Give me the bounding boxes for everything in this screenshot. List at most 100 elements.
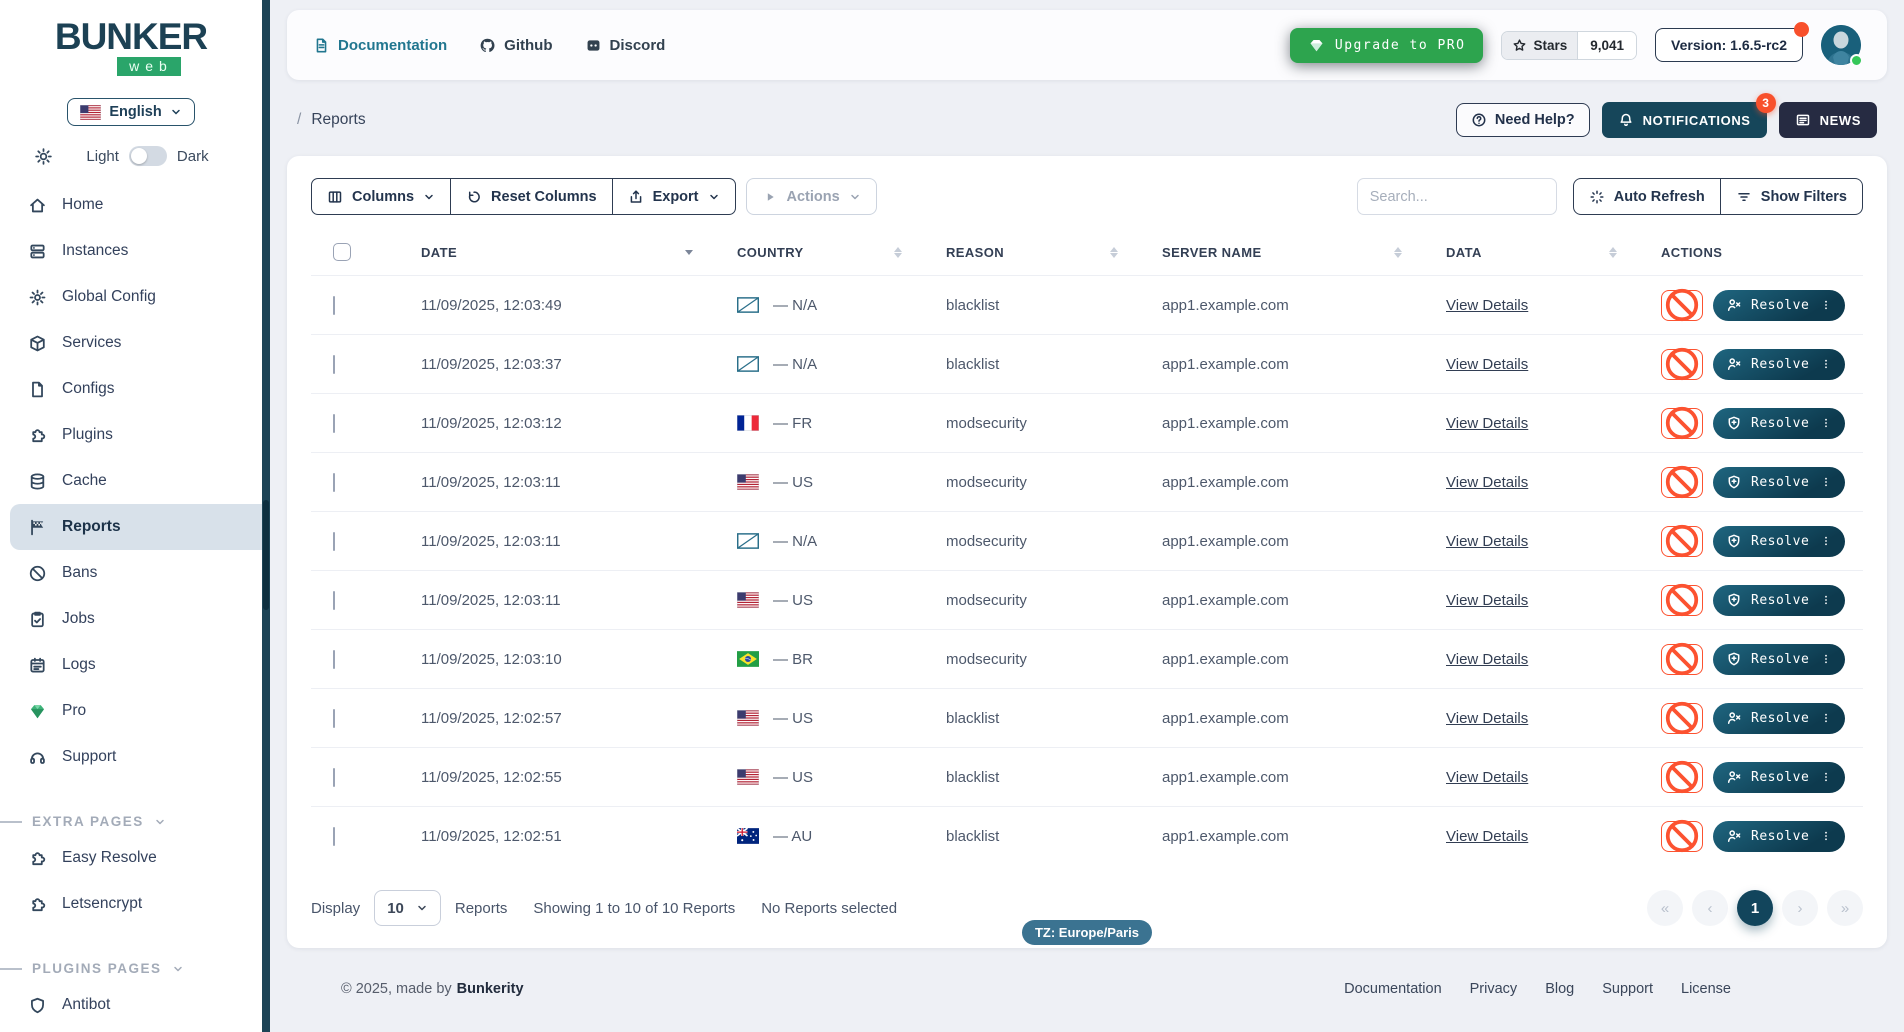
actions-button[interactable]: Actions bbox=[746, 178, 877, 215]
resolve-button[interactable]: Resolve bbox=[1713, 408, 1845, 439]
footer-link-license[interactable]: License bbox=[1681, 981, 1731, 997]
row-checkbox[interactable] bbox=[333, 709, 335, 728]
sidebar-item-jobs[interactable]: Jobs bbox=[0, 596, 262, 642]
column-header-server-name[interactable]: SERVER NAME bbox=[1162, 245, 1446, 260]
sort-indicator[interactable] bbox=[1394, 247, 1402, 258]
news-button[interactable]: NEWS bbox=[1779, 102, 1877, 138]
show-filters-button[interactable]: Show Filters bbox=[1721, 178, 1863, 215]
resolve-button[interactable]: Resolve bbox=[1713, 349, 1845, 380]
ban-button[interactable] bbox=[1661, 526, 1703, 557]
resolve-button[interactable]: Resolve bbox=[1713, 467, 1845, 498]
sidebar-scrollbar-thumb[interactable] bbox=[263, 500, 269, 610]
resolve-button[interactable]: Resolve bbox=[1713, 290, 1845, 321]
resolve-button[interactable]: Resolve bbox=[1713, 526, 1845, 557]
topbar-link-github[interactable]: Github bbox=[479, 37, 552, 54]
sidebar-section-extra-pages[interactable]: EXTRA PAGES bbox=[0, 814, 262, 829]
pagination-button[interactable]: › bbox=[1782, 890, 1818, 926]
pagination-button[interactable]: » bbox=[1827, 890, 1863, 926]
upgrade-to-pro-button[interactable]: Upgrade to PRO bbox=[1290, 28, 1484, 63]
footer-link-privacy[interactable]: Privacy bbox=[1470, 981, 1518, 997]
sidebar-item-support[interactable]: Support bbox=[0, 734, 262, 780]
kebab-menu-icon[interactable] bbox=[1820, 298, 1832, 312]
version-badge[interactable]: Version: 1.6.5-rc2 bbox=[1655, 28, 1803, 62]
column-header-data[interactable]: DATA bbox=[1446, 245, 1661, 260]
pagination-button[interactable]: « bbox=[1647, 890, 1683, 926]
view-details-link[interactable]: View Details bbox=[1446, 769, 1528, 786]
export-button[interactable]: Export bbox=[613, 178, 736, 215]
view-details-link[interactable]: View Details bbox=[1446, 533, 1528, 550]
sidebar-item-antibot[interactable]: Antibot bbox=[0, 982, 262, 1028]
resolve-button[interactable]: Resolve bbox=[1713, 703, 1845, 734]
sort-indicator[interactable] bbox=[685, 250, 693, 255]
row-checkbox[interactable] bbox=[333, 355, 335, 374]
view-details-link[interactable]: View Details bbox=[1446, 415, 1528, 432]
ban-button[interactable] bbox=[1661, 762, 1703, 793]
pagination-page-current[interactable]: 1 bbox=[1737, 890, 1773, 926]
resolve-button[interactable]: Resolve bbox=[1713, 762, 1845, 793]
select-all-checkbox[interactable] bbox=[333, 243, 351, 261]
kebab-menu-icon[interactable] bbox=[1820, 829, 1832, 843]
view-details-link[interactable]: View Details bbox=[1446, 651, 1528, 668]
column-header-actions[interactable]: ACTIONS bbox=[1661, 245, 1863, 260]
app-logo[interactable]: Bunker web bbox=[31, 16, 231, 76]
ban-button[interactable] bbox=[1661, 644, 1703, 675]
row-checkbox[interactable] bbox=[333, 591, 335, 610]
view-details-link[interactable]: View Details bbox=[1446, 356, 1528, 373]
need-help-button[interactable]: Need Help? bbox=[1456, 103, 1590, 137]
ban-button[interactable] bbox=[1661, 467, 1703, 498]
column-header-country[interactable]: COUNTRY bbox=[737, 245, 946, 260]
kebab-menu-icon[interactable] bbox=[1820, 652, 1832, 666]
auto-refresh-button[interactable]: Auto Refresh bbox=[1573, 178, 1721, 215]
footer-link-documentation[interactable]: Documentation bbox=[1344, 981, 1442, 997]
sidebar-item-bans[interactable]: Bans bbox=[0, 550, 262, 596]
sidebar-item-services[interactable]: Services bbox=[0, 320, 262, 366]
view-details-link[interactable]: View Details bbox=[1446, 828, 1528, 845]
sidebar-section-plugins-pages[interactable]: PLUGINS PAGES bbox=[0, 961, 262, 976]
resolve-button[interactable]: Resolve bbox=[1713, 644, 1845, 675]
view-details-link[interactable]: View Details bbox=[1446, 297, 1528, 314]
github-stars-widget[interactable]: Stars 9,041 bbox=[1501, 31, 1637, 60]
ban-button[interactable] bbox=[1661, 349, 1703, 380]
row-checkbox[interactable] bbox=[333, 296, 335, 315]
view-details-link[interactable]: View Details bbox=[1446, 474, 1528, 491]
row-checkbox[interactable] bbox=[333, 650, 335, 669]
row-checkbox[interactable] bbox=[333, 532, 335, 551]
footer-link-support[interactable]: Support bbox=[1602, 981, 1653, 997]
ban-button[interactable] bbox=[1661, 408, 1703, 439]
column-header-reason[interactable]: REASON bbox=[946, 245, 1162, 260]
row-checkbox[interactable] bbox=[333, 414, 335, 433]
kebab-menu-icon[interactable] bbox=[1820, 475, 1832, 489]
sidebar-item-instances[interactable]: Instances bbox=[0, 228, 262, 274]
search-input[interactable] bbox=[1357, 178, 1557, 215]
bunkerity-link[interactable]: Bunkerity bbox=[457, 981, 524, 997]
sidebar-item-cache[interactable]: Cache bbox=[0, 458, 262, 504]
kebab-menu-icon[interactable] bbox=[1820, 770, 1832, 784]
view-details-link[interactable]: View Details bbox=[1446, 592, 1528, 609]
kebab-menu-icon[interactable] bbox=[1820, 711, 1832, 725]
footer-link-blog[interactable]: Blog bbox=[1545, 981, 1574, 997]
sidebar-item-pro[interactable]: Pro bbox=[0, 688, 262, 734]
sidebar-item-logs[interactable]: Logs bbox=[0, 642, 262, 688]
language-selector[interactable]: English bbox=[67, 98, 194, 126]
ban-button[interactable] bbox=[1661, 703, 1703, 734]
topbar-link-documentation[interactable]: Documentation bbox=[313, 37, 447, 54]
theme-toggle[interactable] bbox=[129, 146, 167, 166]
ban-button[interactable] bbox=[1661, 585, 1703, 616]
row-checkbox[interactable] bbox=[333, 473, 335, 492]
column-header-date[interactable]: DATE bbox=[421, 245, 737, 260]
sidebar-item-letsencrypt[interactable]: Letsencrypt bbox=[0, 881, 262, 927]
ban-button[interactable] bbox=[1661, 290, 1703, 321]
topbar-link-discord[interactable]: Discord bbox=[585, 37, 666, 54]
sidebar-item-home[interactable]: Home bbox=[0, 182, 262, 228]
kebab-menu-icon[interactable] bbox=[1820, 357, 1832, 371]
reset-columns-button[interactable]: Reset Columns bbox=[451, 178, 613, 215]
columns-button[interactable]: Columns bbox=[311, 178, 451, 215]
sidebar-item-global-config[interactable]: Global Config bbox=[0, 274, 262, 320]
sidebar-item-easy-resolve[interactable]: Easy Resolve bbox=[0, 835, 262, 881]
sidebar-item-configs[interactable]: Configs bbox=[0, 366, 262, 412]
kebab-menu-icon[interactable] bbox=[1820, 416, 1832, 430]
view-details-link[interactable]: View Details bbox=[1446, 710, 1528, 727]
row-checkbox[interactable] bbox=[333, 827, 335, 846]
per-page-select[interactable]: 10 bbox=[374, 890, 441, 926]
resolve-button[interactable]: Resolve bbox=[1713, 821, 1845, 852]
